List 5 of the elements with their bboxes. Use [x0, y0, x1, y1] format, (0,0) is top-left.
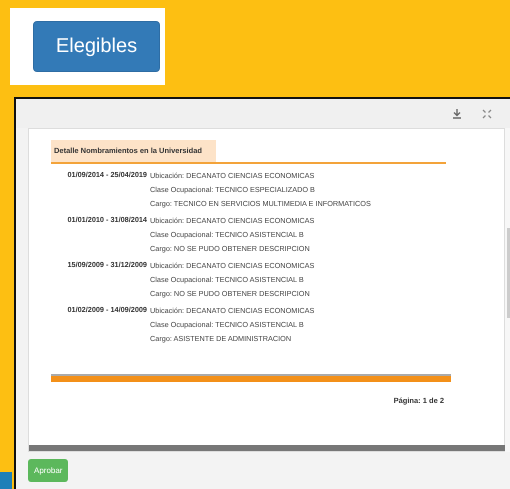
scrollbar[interactable] [505, 128, 510, 452]
elegibles-button[interactable]: Elegibles [33, 21, 160, 72]
download-icon[interactable] [452, 108, 462, 118]
approve-button[interactable]: Aprobar [28, 459, 68, 482]
fullscreen-icon[interactable] [482, 108, 492, 118]
